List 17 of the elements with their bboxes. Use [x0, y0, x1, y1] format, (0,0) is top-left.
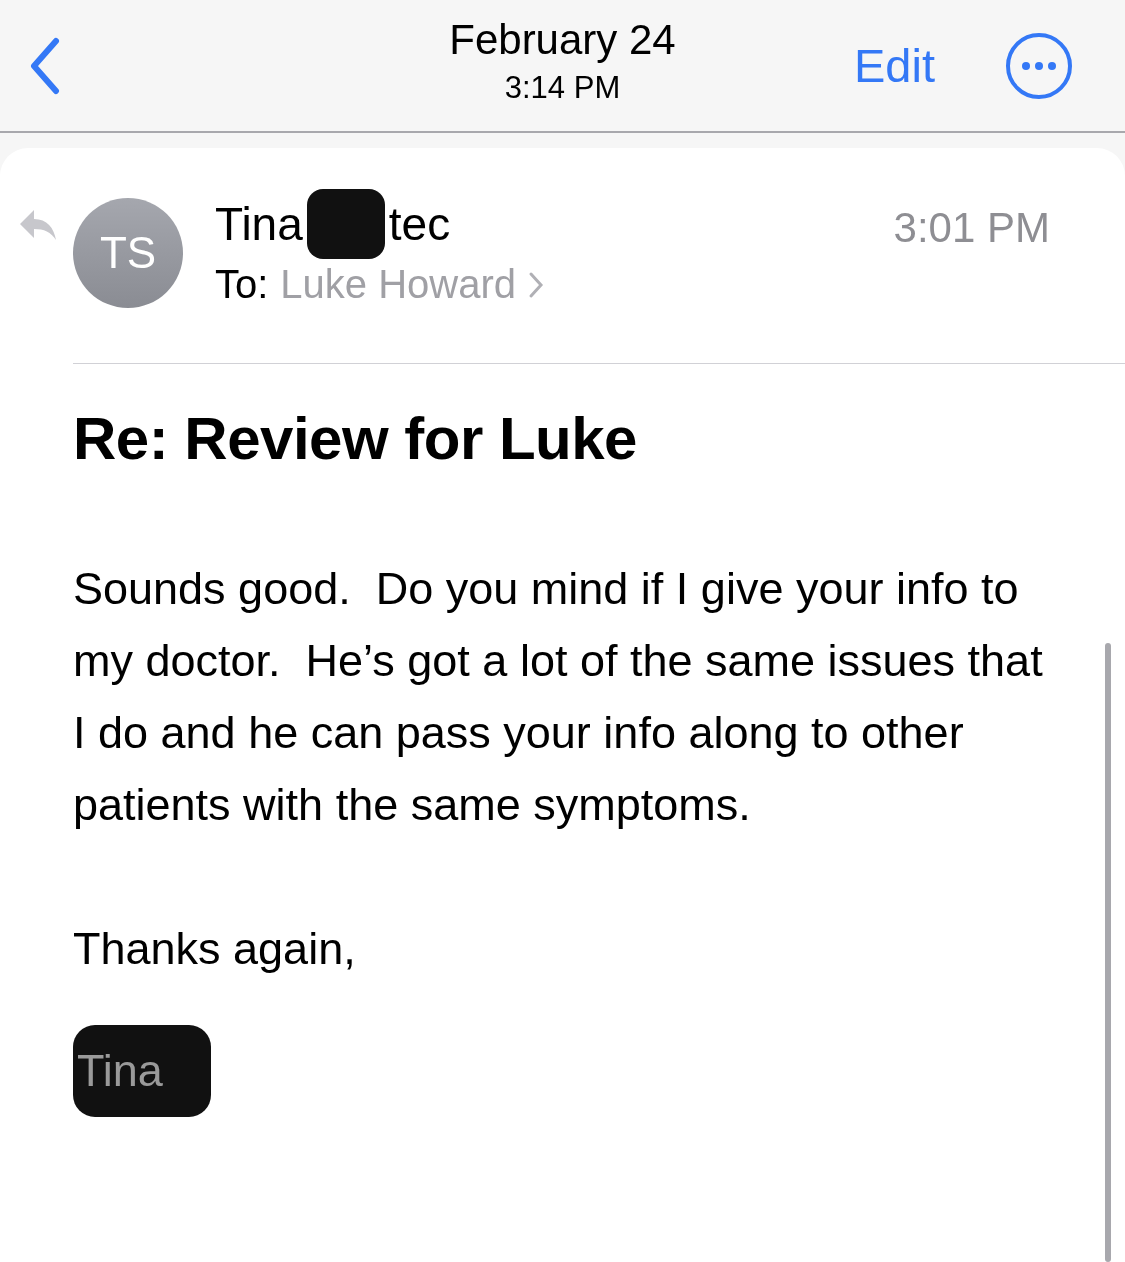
time-subtitle: 3:14 PM [503, 70, 622, 106]
to-label: To: [215, 262, 269, 307]
sender-name: Tina [215, 197, 303, 251]
message-time: 3:01 PM [893, 204, 1050, 252]
subject: Re: Review for Luke [73, 404, 638, 473]
date-title: February 24 [448, 16, 677, 64]
chevron-right-icon[interactable] [528, 270, 545, 299]
recipient-link[interactable]: Luke Howard [280, 262, 517, 307]
more-icon[interactable] [1005, 31, 1073, 100]
reply-arrow-icon [18, 208, 58, 242]
sender-name-end: tec [388, 197, 451, 251]
edit-button[interactable]: Edit [854, 38, 935, 93]
body-paragraph: Thanks again, [73, 922, 357, 976]
signature: Tina [73, 1025, 211, 1117]
body-paragraph: Sounds good. Do you mind if I give your info to my doctor. He’s got a lot of the same issues that I do and he can pass your info along to other patients with the same symptoms. [73, 562, 1044, 832]
back-chevron-icon[interactable] [30, 36, 60, 95]
avatar: TS [73, 198, 183, 308]
